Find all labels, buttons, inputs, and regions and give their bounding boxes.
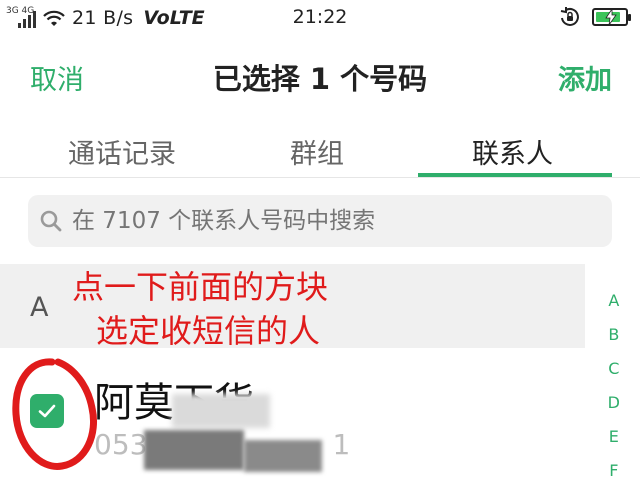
top-bar: 取消 已选择 1 个号码 添加 xyxy=(0,46,640,106)
search-bar[interactable] xyxy=(28,195,612,247)
tab-groups[interactable]: 群组 xyxy=(290,132,344,171)
contact-number-prefix: 053 xyxy=(94,428,148,461)
index-letter-c[interactable]: C xyxy=(608,358,620,380)
alphabet-index[interactable]: A B C D E F xyxy=(608,290,620,481)
section-letter: A xyxy=(30,292,49,323)
annotation-line-1: 点一下前面的方块 xyxy=(72,268,329,306)
contact-number-tail: 1 xyxy=(332,428,351,461)
battery-icon xyxy=(592,8,631,26)
page-title: 已选择 1 个号码 xyxy=(212,62,428,96)
search-input[interactable] xyxy=(72,208,592,234)
redaction-blur xyxy=(144,430,244,470)
charging-bolt-icon xyxy=(605,9,617,25)
redaction-blur xyxy=(172,394,270,428)
contact-row[interactable]: 阿莫下货 0531 xyxy=(0,352,585,481)
index-letter-a[interactable]: A xyxy=(608,290,620,312)
index-letter-e[interactable]: E xyxy=(608,426,620,448)
status-bar: 3G 4G 21 B/s VoLTE 21:22 xyxy=(0,0,640,36)
add-button[interactable]: 添加 xyxy=(558,58,612,97)
tab-call-log[interactable]: 通话记录 xyxy=(68,132,176,171)
status-right xyxy=(558,5,631,29)
annotation-line-2: 选定收短信的人 xyxy=(96,312,321,350)
search-icon xyxy=(40,210,62,232)
index-letter-d[interactable]: D xyxy=(608,392,620,414)
tab-bar: 通话记录 群组 联系人 xyxy=(0,126,640,178)
redaction-blur xyxy=(244,440,322,472)
active-tab-indicator xyxy=(418,173,612,177)
index-letter-f[interactable]: F xyxy=(608,460,620,481)
index-letter-b[interactable]: B xyxy=(608,324,620,346)
rotation-lock-icon xyxy=(560,7,579,26)
clock: 21:22 xyxy=(292,6,348,28)
tab-contacts[interactable]: 联系人 xyxy=(472,132,553,171)
